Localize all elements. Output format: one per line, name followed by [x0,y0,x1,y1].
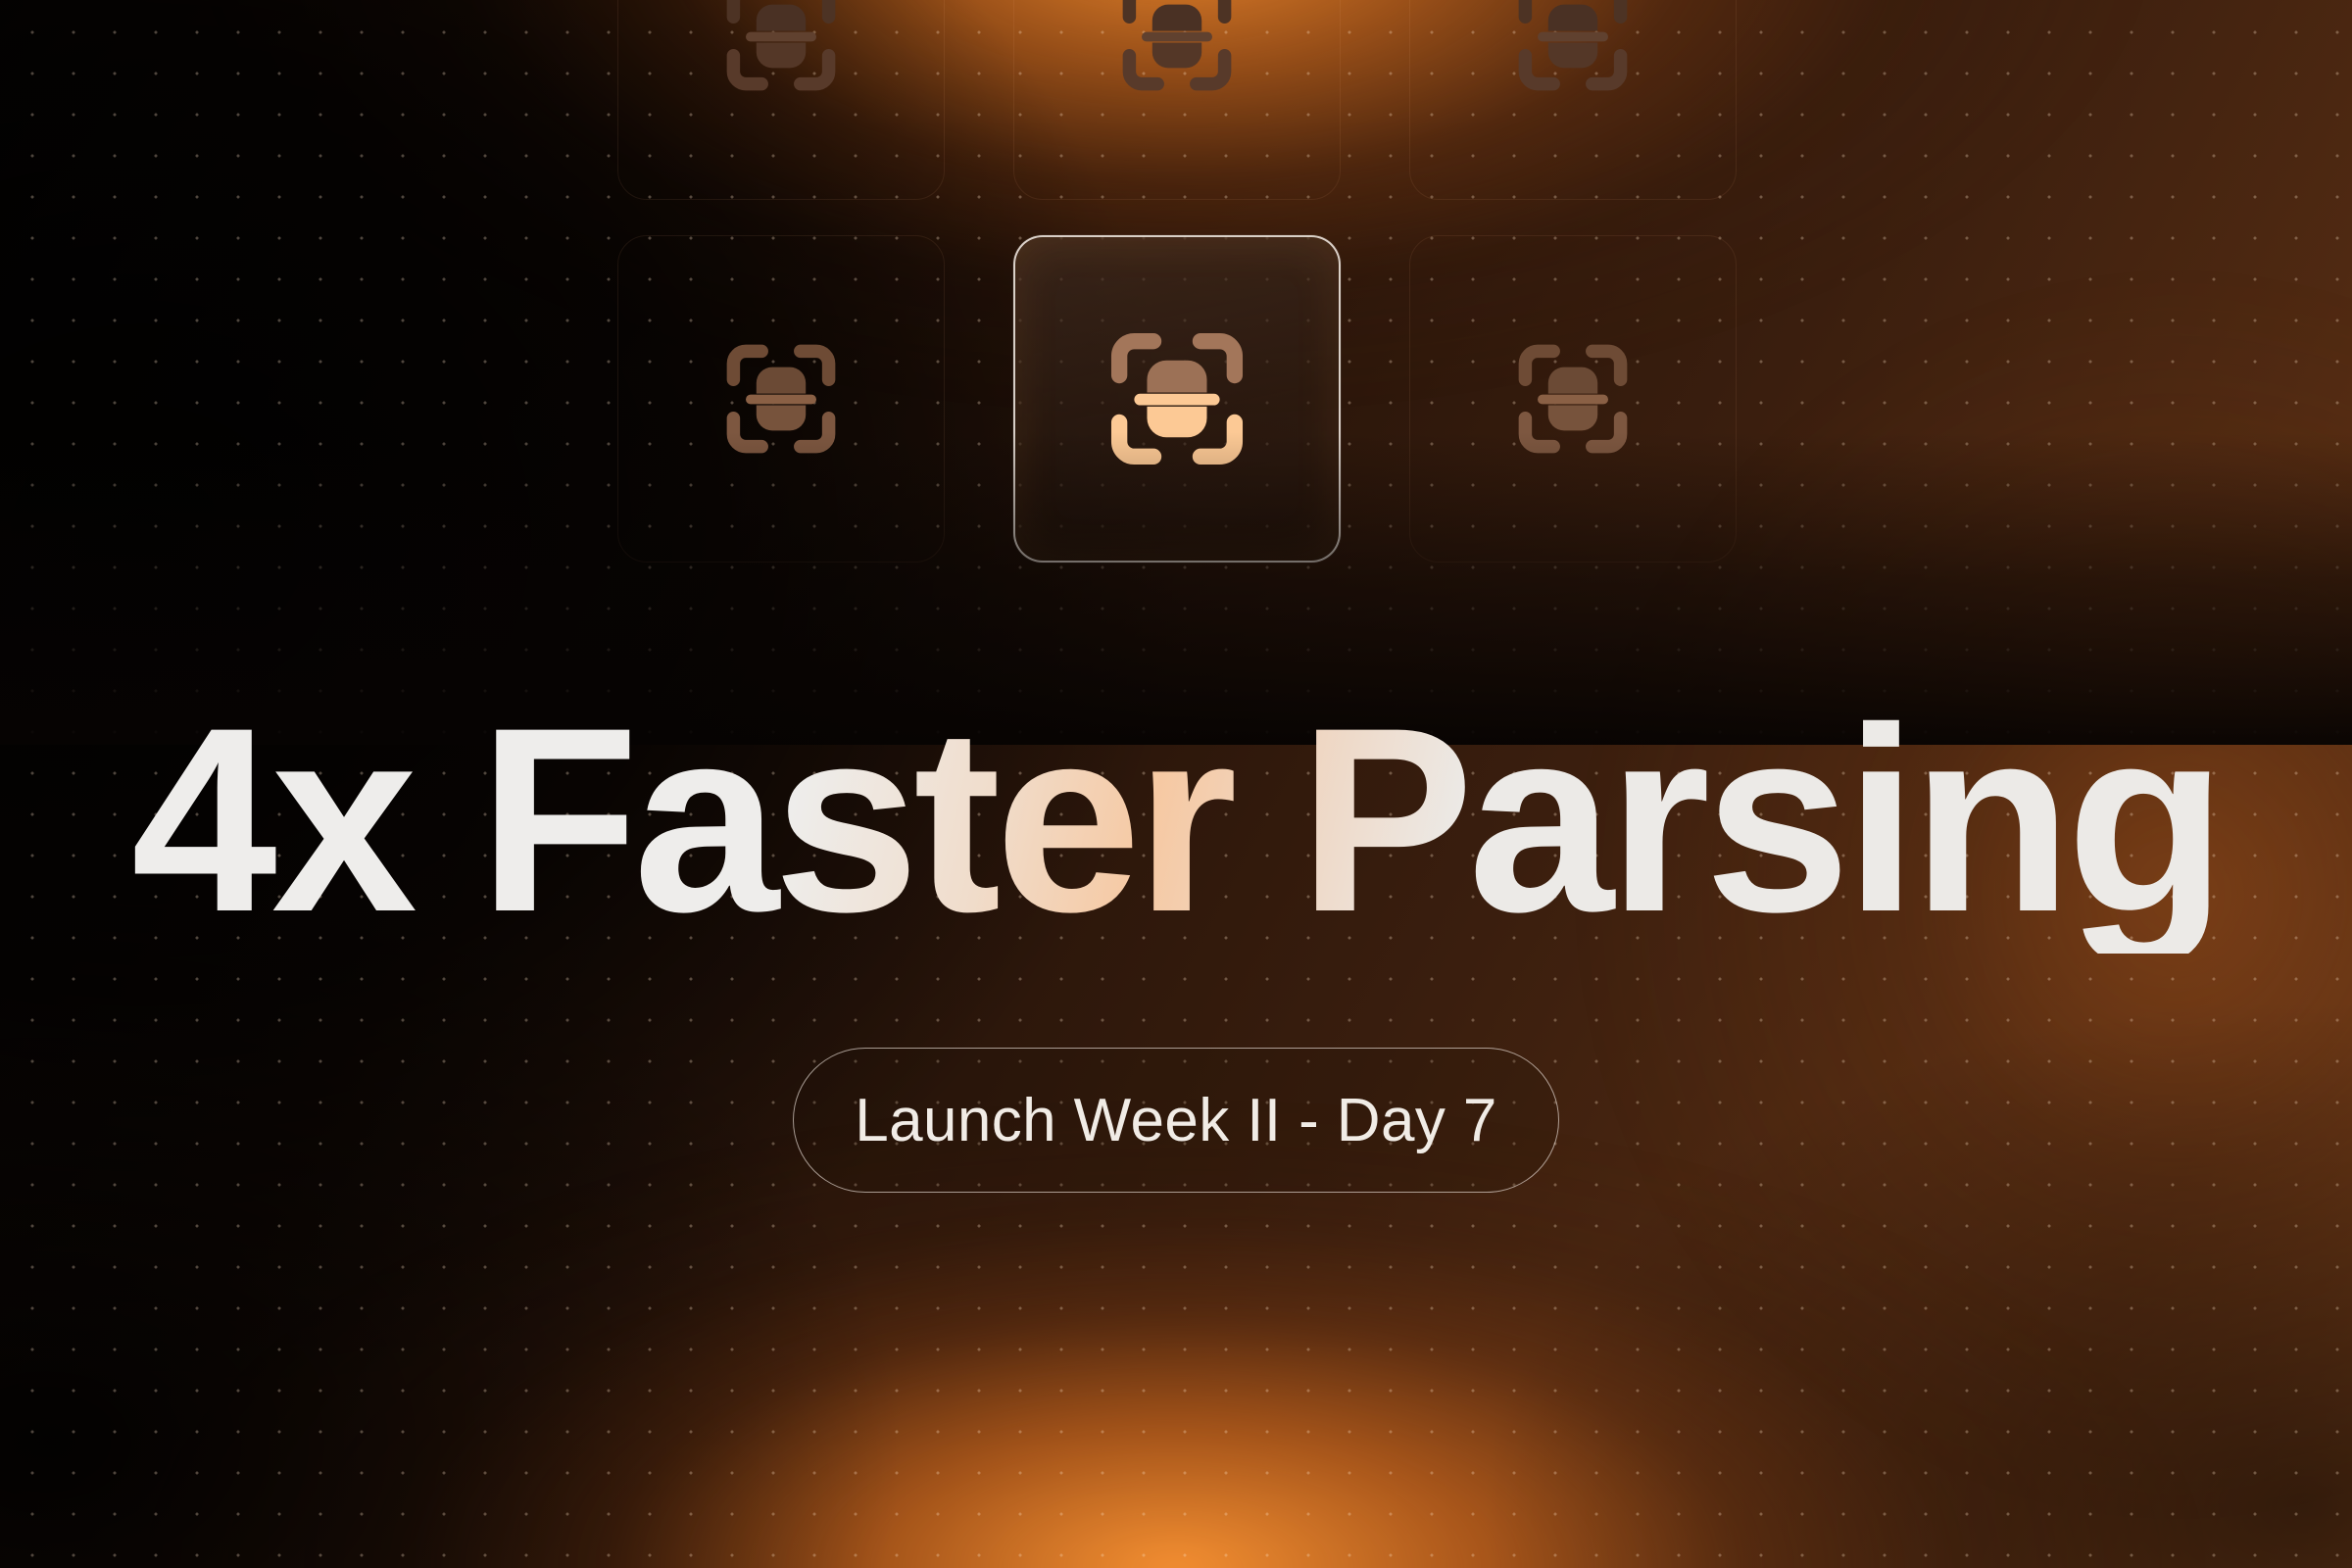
launch-week-badge[interactable]: Launch Week II - Day 7 [793,1048,1559,1194]
icon-tile-4 [617,235,945,563]
icon-tile-1 [617,0,945,200]
page-title: 4x Faster Parsing [0,685,2352,954]
hero-canvas: 4x Faster Parsing Launch Week II - Day 7 [0,0,2352,1568]
document-scan-icon [1122,0,1232,91]
hero-content: 4x Faster Parsing Launch Week II - Day 7 [0,685,2352,1194]
document-scan-icon [1110,332,1244,466]
document-scan-icon [726,0,836,91]
badge-row: Launch Week II - Day 7 [0,1048,2352,1194]
icon-tile-2 [1013,0,1341,200]
icon-tile-6 [1409,235,1737,563]
icon-tile-3 [1409,0,1737,200]
document-scan-icon [1518,0,1628,91]
icon-tile-grid [617,0,1737,563]
document-scan-icon [1518,344,1628,454]
icon-tile-featured[interactable] [1013,235,1341,563]
document-scan-icon [726,344,836,454]
